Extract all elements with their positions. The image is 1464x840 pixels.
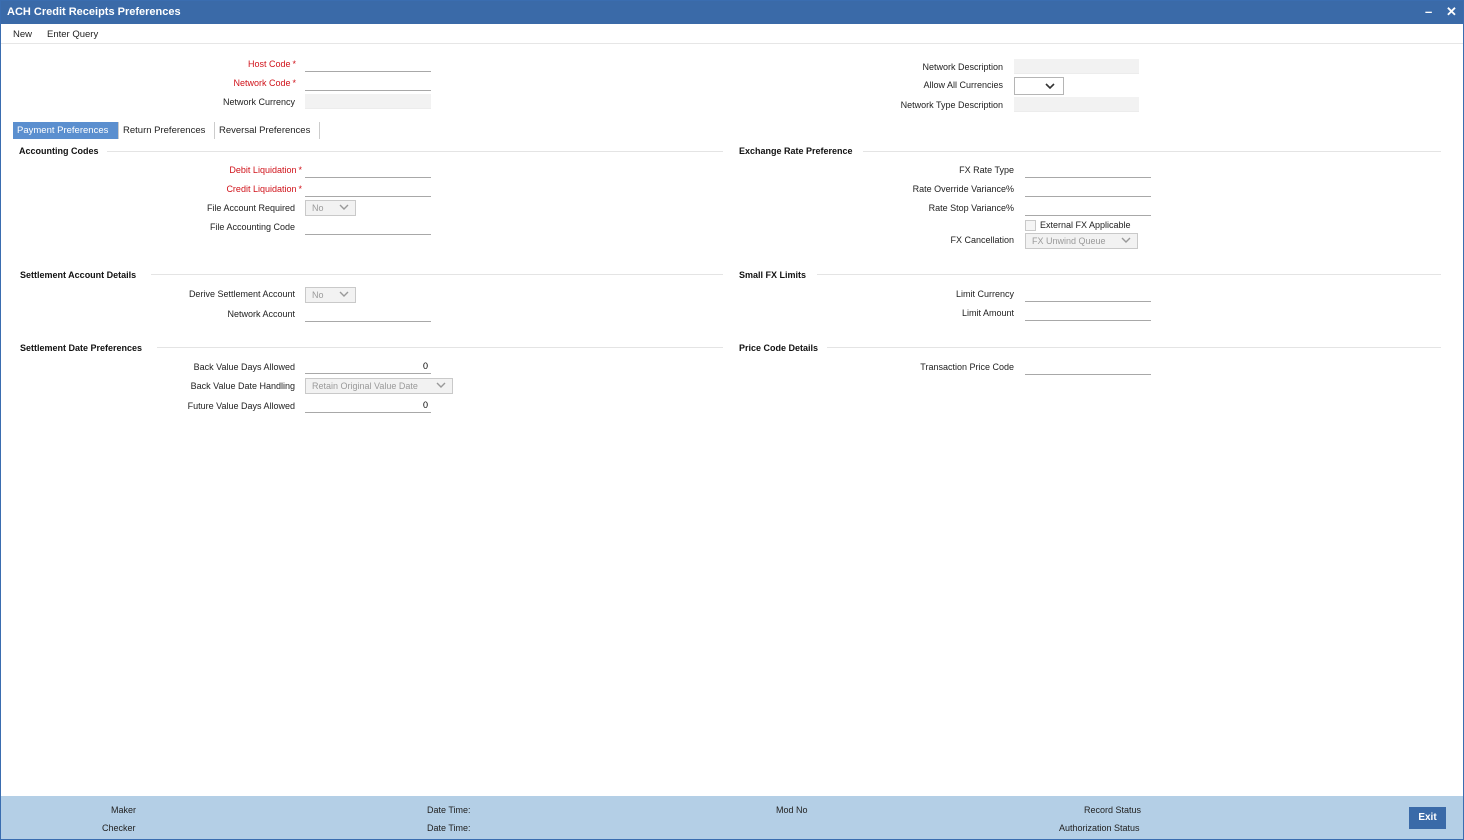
maker-date-time-label: Date Time: bbox=[427, 805, 471, 815]
back-value-date-handling-value: Retain Original Value Date bbox=[312, 381, 418, 391]
external-fx-checkbox[interactable] bbox=[1025, 220, 1036, 231]
limit-amount-label: Limit Amount bbox=[961, 308, 1014, 318]
checker-label: Checker bbox=[102, 823, 136, 833]
network-account-input[interactable] bbox=[305, 307, 431, 322]
rate-stop-variance-label: Rate Stop Variance% bbox=[928, 203, 1014, 213]
network-description-input bbox=[1014, 59, 1139, 74]
mod-no-label: Mod No bbox=[776, 805, 808, 815]
checker-date-time-label: Date Time: bbox=[427, 823, 471, 833]
menu-enter-query[interactable]: Enter Query bbox=[47, 29, 98, 40]
title-bar: ACH Credit Receipts Preferences – ✕ bbox=[1, 1, 1463, 24]
future-value-days-input[interactable] bbox=[305, 398, 431, 413]
fx-rate-type-input[interactable] bbox=[1025, 163, 1151, 178]
limit-amount-input[interactable] bbox=[1025, 306, 1151, 321]
file-accounting-code-label: File Accounting Code bbox=[209, 222, 295, 232]
file-account-required-value: No bbox=[312, 203, 324, 213]
divider bbox=[157, 347, 723, 348]
rate-stop-variance-input[interactable] bbox=[1025, 201, 1151, 216]
back-value-days-input[interactable] bbox=[305, 359, 431, 374]
network-currency-input bbox=[305, 94, 431, 109]
close-icon[interactable]: ✕ bbox=[1446, 4, 1457, 20]
network-type-description-input bbox=[1014, 97, 1139, 112]
chevron-down-icon bbox=[436, 382, 446, 388]
network-description-label: Network Description bbox=[922, 62, 1003, 72]
window-title: ACH Credit Receipts Preferences bbox=[7, 6, 181, 18]
fx-rate-type-label: FX Rate Type bbox=[959, 165, 1014, 175]
back-value-date-handling-select[interactable]: Retain Original Value Date bbox=[305, 378, 453, 394]
divider bbox=[151, 274, 723, 275]
back-value-days-label: Back Value Days Allowed bbox=[193, 362, 295, 372]
credit-liquidation-label: Credit Liquidation * bbox=[226, 184, 302, 194]
fx-cancellation-select[interactable]: FX Unwind Queue bbox=[1025, 233, 1138, 249]
fx-cancellation-value: FX Unwind Queue bbox=[1032, 236, 1106, 246]
allow-all-currencies-select[interactable] bbox=[1014, 77, 1064, 95]
tab-reversal-preferences[interactable]: Reversal Preferences bbox=[215, 122, 320, 139]
menu-bar: New Enter Query bbox=[1, 24, 1463, 44]
derive-settlement-account-label: Derive Settlement Account bbox=[188, 289, 295, 299]
minimize-icon[interactable]: – bbox=[1425, 4, 1432, 19]
record-status-label: Record Status bbox=[1084, 805, 1142, 815]
chevron-down-icon bbox=[339, 291, 349, 297]
chevron-down-icon bbox=[1121, 237, 1131, 243]
fx-cancellation-label: FX Cancellation bbox=[950, 235, 1014, 245]
rate-override-variance-input[interactable] bbox=[1025, 182, 1151, 197]
exchange-rate-title: Exchange Rate Preference bbox=[739, 146, 853, 156]
file-accounting-code-input[interactable] bbox=[305, 220, 431, 235]
price-code-details-title: Price Code Details bbox=[739, 343, 819, 353]
small-fx-limits-title: Small FX Limits bbox=[739, 270, 807, 280]
divider bbox=[863, 151, 1441, 152]
derive-settlement-account-value: No bbox=[312, 290, 324, 300]
network-code-label: Network Code * bbox=[233, 78, 296, 88]
derive-settlement-account-select[interactable]: No bbox=[305, 287, 356, 303]
network-currency-label: Network Currency bbox=[222, 97, 295, 107]
transaction-price-code-input[interactable] bbox=[1025, 360, 1151, 375]
credit-liquidation-input[interactable] bbox=[305, 182, 431, 197]
network-account-label: Network Account bbox=[227, 309, 295, 319]
authorization-status-label: Authorization Status bbox=[1059, 823, 1140, 833]
menu-new[interactable]: New bbox=[13, 29, 32, 40]
back-value-date-handling-label: Back Value Date Handling bbox=[190, 381, 295, 391]
host-code-label: Host Code * bbox=[247, 59, 296, 69]
chevron-down-icon bbox=[1045, 83, 1055, 90]
file-account-required-select[interactable]: No bbox=[305, 200, 356, 216]
file-account-required-label: File Account Required bbox=[206, 203, 295, 213]
external-fx-label: External FX Applicable bbox=[1040, 220, 1131, 230]
audit-footer: Maker Checker Date Time: Date Time: Mod … bbox=[1, 796, 1463, 839]
maker-label: Maker bbox=[111, 805, 137, 815]
tab-return-preferences[interactable]: Return Preferences bbox=[119, 122, 215, 139]
future-value-days-label: Future Value Days Allowed bbox=[187, 401, 295, 411]
chevron-down-icon bbox=[339, 204, 349, 210]
network-type-description-label: Network Type Description bbox=[900, 100, 1003, 110]
divider bbox=[107, 151, 723, 152]
rate-override-variance-label: Rate Override Variance% bbox=[912, 184, 1014, 194]
tab-payment-preferences[interactable]: Payment Preferences bbox=[13, 122, 119, 139]
debit-liquidation-label: Debit Liquidation * bbox=[229, 165, 302, 175]
transaction-price-code-label: Transaction Price Code bbox=[920, 362, 1014, 372]
limit-currency-label: Limit Currency bbox=[955, 289, 1014, 299]
debit-liquidation-input[interactable] bbox=[305, 163, 431, 178]
settlement-account-title: Settlement Account Details bbox=[20, 270, 137, 280]
accounting-codes-title: Accounting Codes bbox=[19, 146, 99, 156]
limit-currency-input[interactable] bbox=[1025, 287, 1151, 302]
main-window: ACH Credit Receipts Preferences – ✕ New … bbox=[0, 0, 1464, 840]
allow-all-currencies-label: Allow All Currencies bbox=[923, 80, 1003, 90]
divider bbox=[827, 347, 1441, 348]
host-code-input[interactable] bbox=[305, 57, 431, 72]
settlement-date-title: Settlement Date Preferences bbox=[20, 343, 143, 353]
network-code-input[interactable] bbox=[305, 76, 431, 91]
exit-button[interactable]: Exit bbox=[1409, 807, 1446, 829]
divider bbox=[817, 274, 1441, 275]
